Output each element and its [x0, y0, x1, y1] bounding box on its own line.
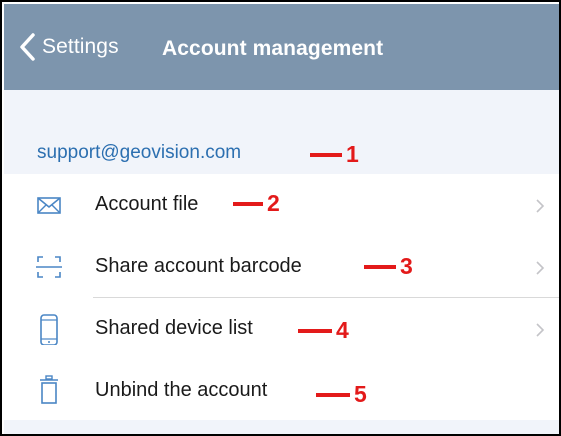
annotation-dash	[310, 152, 342, 157]
annotation-number: 1	[346, 141, 359, 167]
menu-item-label: Share account barcode	[95, 255, 302, 277]
chevron-right-icon	[536, 323, 545, 337]
chevron-right-icon	[536, 199, 545, 213]
menu-item-account-file[interactable]: Account file	[4, 174, 559, 236]
annotation-number: 2	[267, 190, 280, 216]
annotation-dash	[233, 201, 263, 206]
screen-frame: Settings Account management support@geov…	[0, 0, 561, 436]
annotation-3: 3	[364, 255, 413, 278]
annotation-4: 4	[298, 319, 349, 342]
annotation-dash	[316, 392, 350, 397]
annotation-dash	[364, 264, 396, 269]
back-button[interactable]: Settings	[18, 32, 119, 62]
back-label: Settings	[42, 35, 119, 58]
annotation-5: 5	[316, 383, 367, 406]
menu-item-share-account-barcode[interactable]: Share account barcode	[4, 236, 559, 298]
menu-item-label: Account file	[95, 193, 199, 215]
chevron-left-icon	[20, 33, 35, 61]
account-email: support@geovision.com	[37, 142, 242, 163]
annotation-number: 3	[400, 253, 413, 279]
menu-item-unbind-account[interactable]: Unbind the account	[4, 360, 559, 422]
envelope-icon	[37, 197, 61, 214]
annotation-number: 4	[336, 317, 349, 343]
menu-item-shared-device-list[interactable]: Shared device list	[4, 298, 559, 360]
nav-bar: Settings Account management	[4, 4, 559, 90]
annotation-dash	[298, 328, 332, 333]
menu-item-label: Shared device list	[95, 317, 253, 339]
page-title: Account management	[162, 37, 384, 60]
chevron-right-icon	[536, 261, 545, 275]
annotation-2: 2	[233, 192, 280, 215]
menu-item-label: Unbind the account	[95, 379, 268, 401]
footer-band	[4, 420, 559, 434]
phone-icon	[40, 314, 58, 345]
annotation-1: 1	[310, 143, 359, 166]
account-menu-list: Account file Share account barcode Share…	[4, 174, 559, 422]
trash-icon	[40, 375, 58, 404]
annotation-number: 5	[354, 381, 367, 407]
barcode-scan-icon	[36, 256, 62, 278]
